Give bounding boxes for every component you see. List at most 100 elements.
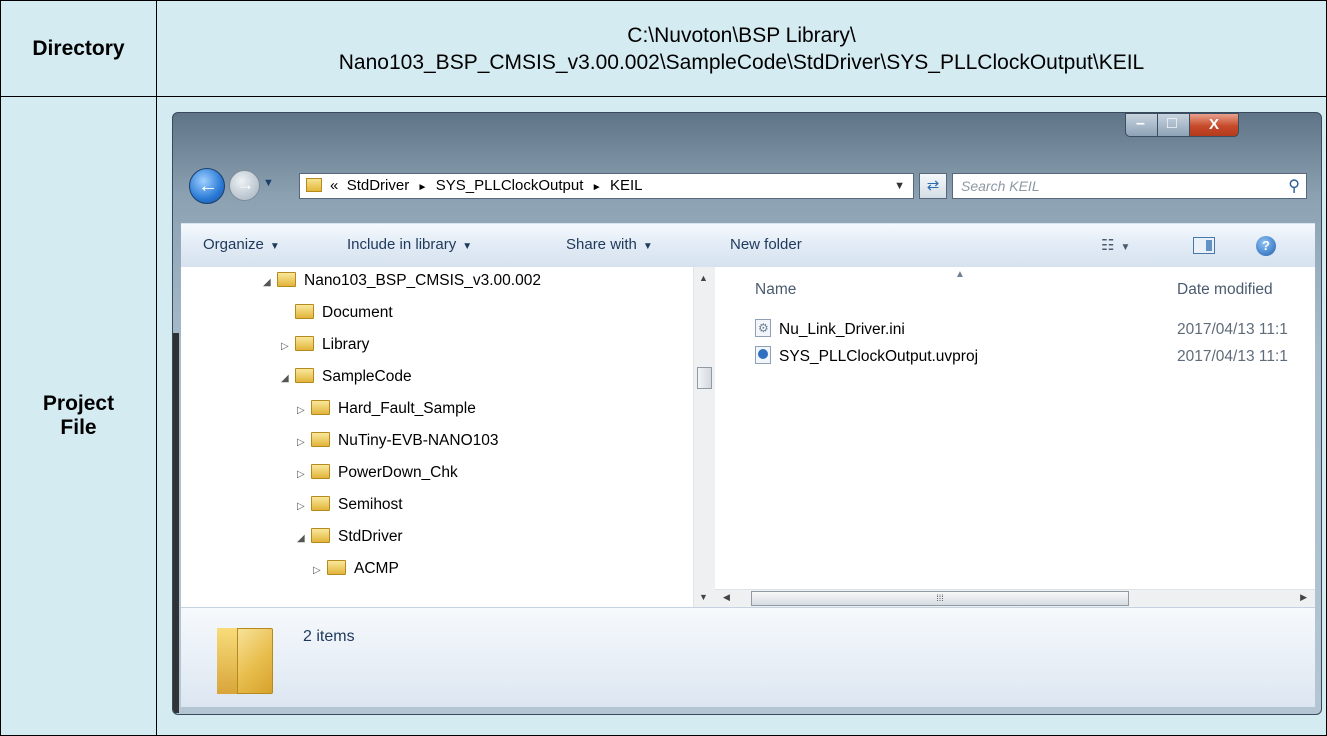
tree-item[interactable]: ▷ ACMP (313, 555, 399, 583)
window-frame-edge (173, 333, 179, 713)
folder-icon (295, 368, 314, 383)
folder-icon (277, 272, 296, 287)
folder-icon (217, 628, 273, 694)
maximize-icon: □ (1167, 115, 1177, 132)
organize-menu[interactable]: Organize ▼ (203, 236, 280, 253)
file-list-scrollbar[interactable]: ◀ ⁞⁞⁞ ▶ (715, 589, 1315, 607)
close-icon: X (1209, 116, 1220, 133)
change-view-button[interactable]: ☷ ▼ (1101, 236, 1130, 254)
caret-down-icon: ▼ (269, 241, 280, 252)
tree-item[interactable]: ◢ SampleCode (281, 363, 412, 391)
view-list-icon: ☷ (1101, 237, 1115, 254)
forward-button[interactable]: → (229, 170, 260, 201)
tree-item[interactable]: ▷ Semihost (297, 491, 403, 519)
forward-arrow-icon: → (237, 175, 254, 194)
address-bar[interactable]: « StdDriver ► SYS_PLLClockOutput ► KEIL … (299, 173, 914, 199)
scroll-up-icon[interactable]: ▲ (699, 273, 708, 283)
tree-item[interactable]: ▷ Hard_Fault_Sample (297, 395, 476, 423)
expand-arrow-icon[interactable]: ▷ (313, 557, 327, 585)
breadcrumb-overflow[interactable]: « (330, 177, 338, 194)
expand-arrow-icon[interactable]: ▷ (281, 333, 295, 361)
breadcrumb-keil[interactable]: KEIL (610, 177, 643, 194)
breadcrumb-separator-icon[interactable]: ► (418, 182, 428, 193)
expand-arrow-icon[interactable]: ▷ (297, 493, 311, 521)
expand-arrow-icon[interactable]: ▷ (297, 461, 311, 489)
tree-item-label: NuTiny-EVB-NANO103 (338, 432, 499, 449)
help-icon[interactable]: ? (1256, 236, 1276, 256)
breadcrumb-separator-icon[interactable]: ► (592, 182, 602, 193)
recent-pages-dropdown-icon[interactable]: ▼ (263, 177, 274, 189)
refresh-button[interactable]: ⇄ (919, 173, 947, 199)
maximize-button[interactable]: □ (1157, 113, 1190, 137)
directory-header: Directory (0, 0, 157, 97)
tree-item[interactable]: ◢ StdDriver (297, 523, 403, 551)
refresh-icon: ⇄ (926, 177, 940, 194)
folder-icon (311, 496, 330, 511)
tree-item[interactable]: ▷ NuTiny-EVB-NANO103 (297, 427, 499, 455)
preview-pane-icon[interactable] (1193, 237, 1215, 254)
navigation-pane: ◢ Nano103_BSP_CMSIS_v3.00.002 Document ▷ L… (181, 267, 693, 607)
directory-path-line1: C:\Nuvoton\BSP Library\ (627, 23, 856, 47)
expand-arrow-icon[interactable]: ▷ (297, 397, 311, 425)
minimize-button[interactable]: – (1125, 113, 1158, 137)
file-list-pane: ▲ Name Date modified ⚙ Nu_Link_Driver.ini… (715, 267, 1315, 589)
project-header-line2: File (60, 416, 97, 439)
column-header-name[interactable]: Name (755, 281, 796, 299)
search-box[interactable]: Search KEIL ⚲ (952, 173, 1307, 199)
new-folder-button[interactable]: New folder (730, 236, 802, 253)
tree-item-label: Library (322, 336, 370, 353)
tree-item[interactable]: ▷ PowerDown_Chk (297, 459, 458, 487)
file-name: SYS_PLLClockOutput.uvproj (779, 348, 979, 365)
search-placeholder: Search KEIL (961, 178, 1040, 194)
tree-item-label: Nano103_BSP_CMSIS_v3.00.002 (304, 272, 541, 289)
details-pane: 2 items (181, 607, 1315, 707)
tree-item-label: Semihost (338, 496, 403, 513)
scroll-thumb[interactable] (697, 367, 712, 389)
navigation-scrollbar[interactable]: ▲ ▼ (693, 267, 715, 607)
include-in-library-menu[interactable]: Include in library ▼ (347, 236, 472, 253)
file-date: 2017/04/13 11:1 (1177, 321, 1288, 338)
item-count: 2 items (303, 628, 355, 645)
scroll-right-icon[interactable]: ▶ (1300, 592, 1307, 603)
caret-down-icon: ▼ (1120, 242, 1131, 253)
collapse-arrow-icon[interactable]: ◢ (281, 365, 295, 393)
folder-icon (311, 432, 330, 447)
back-arrow-icon: ← (198, 175, 218, 197)
file-row[interactable]: SYS_PLLClockOutput.uvproj (755, 344, 978, 370)
tree-item[interactable]: Document (295, 299, 393, 327)
explorer-window: – □ X ← → ▼ « StdDriver ► SYS_PLLClockOu… (172, 112, 1322, 715)
keil-project-icon (755, 346, 771, 364)
collapse-arrow-icon[interactable]: ◢ (297, 525, 311, 553)
tree-item[interactable]: ▷ Library (281, 331, 369, 359)
directory-path-line2: Nano103_BSP_CMSIS_v3.00.002\SampleCode\S… (338, 50, 1145, 74)
folder-icon (311, 528, 330, 543)
folder-icon (311, 400, 330, 415)
folder-icon (327, 560, 346, 575)
file-date: 2017/04/13 11:1 (1177, 348, 1288, 365)
scroll-down-icon[interactable]: ▼ (699, 592, 708, 602)
share-with-label: Share with (566, 236, 637, 253)
sort-ascending-icon: ▲ (955, 269, 965, 280)
back-button[interactable]: ← (189, 168, 225, 204)
search-icon[interactable]: ⚲ (1288, 176, 1300, 196)
tree-item[interactable]: ◢ Nano103_BSP_CMSIS_v3.00.002 (263, 267, 541, 295)
tree-item-label: ACMP (354, 560, 399, 577)
scroll-left-icon[interactable]: ◀ (723, 592, 730, 603)
command-bar: Organize ▼ Include in library ▼ Share with… (181, 223, 1315, 267)
breadcrumb-stddriver[interactable]: StdDriver (347, 177, 410, 194)
directory-path: C:\Nuvoton\BSP Library\ Nano103_BSP_CMSI… (156, 0, 1327, 97)
expand-arrow-icon[interactable]: ▷ (297, 429, 311, 457)
folder-icon (311, 464, 330, 479)
organize-label: Organize (203, 236, 264, 253)
breadcrumb: « StdDriver ► SYS_PLLClockOutput ► KEIL (330, 174, 643, 200)
folder-icon (295, 304, 314, 319)
file-row[interactable]: ⚙ Nu_Link_Driver.ini (755, 317, 905, 343)
breadcrumb-sys-pllclockoutput[interactable]: SYS_PLLClockOutput (436, 177, 584, 194)
collapse-arrow-icon[interactable]: ◢ (263, 269, 277, 297)
folder-icon (306, 178, 322, 192)
share-with-menu[interactable]: Share with ▼ (566, 236, 653, 253)
close-button[interactable]: X (1189, 113, 1239, 137)
column-header-date-modified[interactable]: Date modified (1177, 281, 1273, 299)
scroll-thumb[interactable]: ⁞⁞⁞ (751, 591, 1129, 606)
address-dropdown-icon[interactable]: ▼ (894, 174, 905, 198)
